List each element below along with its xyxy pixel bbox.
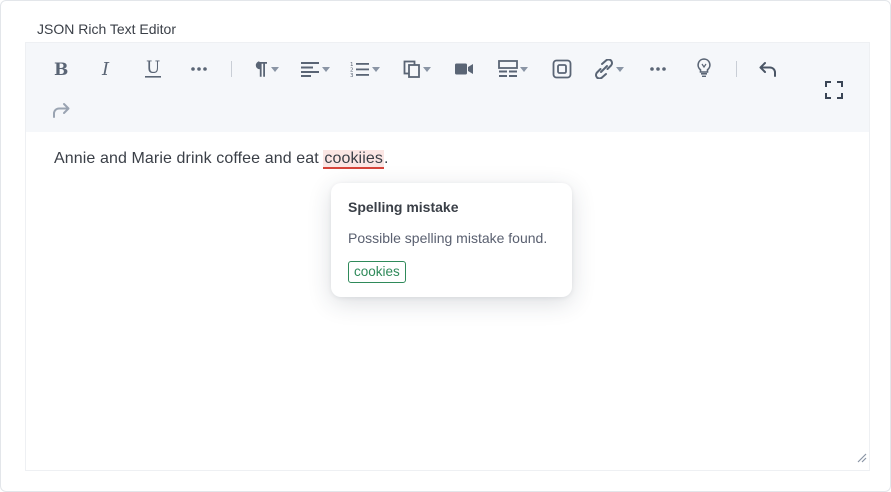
more-icon[interactable] [646, 56, 670, 82]
popover-message: Possible spelling mistake found. [348, 230, 548, 246]
table-icon[interactable] [496, 56, 530, 82]
resize-handle-icon[interactable] [857, 450, 867, 468]
field-label: JSON Rich Text Editor [37, 21, 177, 37]
content-text-after: . [383, 150, 389, 167]
link-icon[interactable] [592, 56, 626, 82]
content-text-before: Annie and Marie drink coffee and eat [54, 150, 324, 167]
suggestion-button[interactable]: cookies [348, 261, 406, 283]
redo-icon[interactable] [50, 97, 72, 123]
popover-title: Spelling mistake [348, 199, 459, 215]
misspelled-word[interactable]: cookiies [323, 150, 384, 169]
editor-content[interactable]: Annie and Marie drink coffee and eat coo… [54, 150, 389, 169]
video-icon[interactable] [452, 56, 476, 82]
ordered-list-icon[interactable]: 123 [348, 56, 382, 82]
editor-toolbar: B I U 1 2 3 [26, 43, 869, 132]
underline-icon[interactable]: U [142, 56, 164, 82]
more-icon[interactable] [188, 56, 210, 82]
svg-text:B: B [54, 60, 68, 78]
paste-icon[interactable] [400, 56, 434, 82]
toolbar-separator [231, 61, 232, 77]
embed-icon[interactable] [550, 56, 574, 82]
align-icon[interactable] [298, 56, 332, 82]
bold-icon[interactable]: B [50, 56, 72, 82]
fullscreen-icon[interactable] [822, 77, 846, 103]
svg-text:I: I [101, 60, 110, 78]
italic-icon[interactable]: I [96, 56, 118, 82]
svg-text:U: U [146, 59, 160, 78]
undo-icon[interactable] [756, 56, 780, 82]
spelling-popover: Spelling mistake Possible spelling mista… [331, 183, 572, 297]
lightbulb-icon[interactable] [692, 55, 716, 81]
toolbar-separator [736, 61, 737, 77]
paragraph-format-icon[interactable] [250, 56, 282, 82]
svg-text:3: 3 [350, 73, 354, 78]
